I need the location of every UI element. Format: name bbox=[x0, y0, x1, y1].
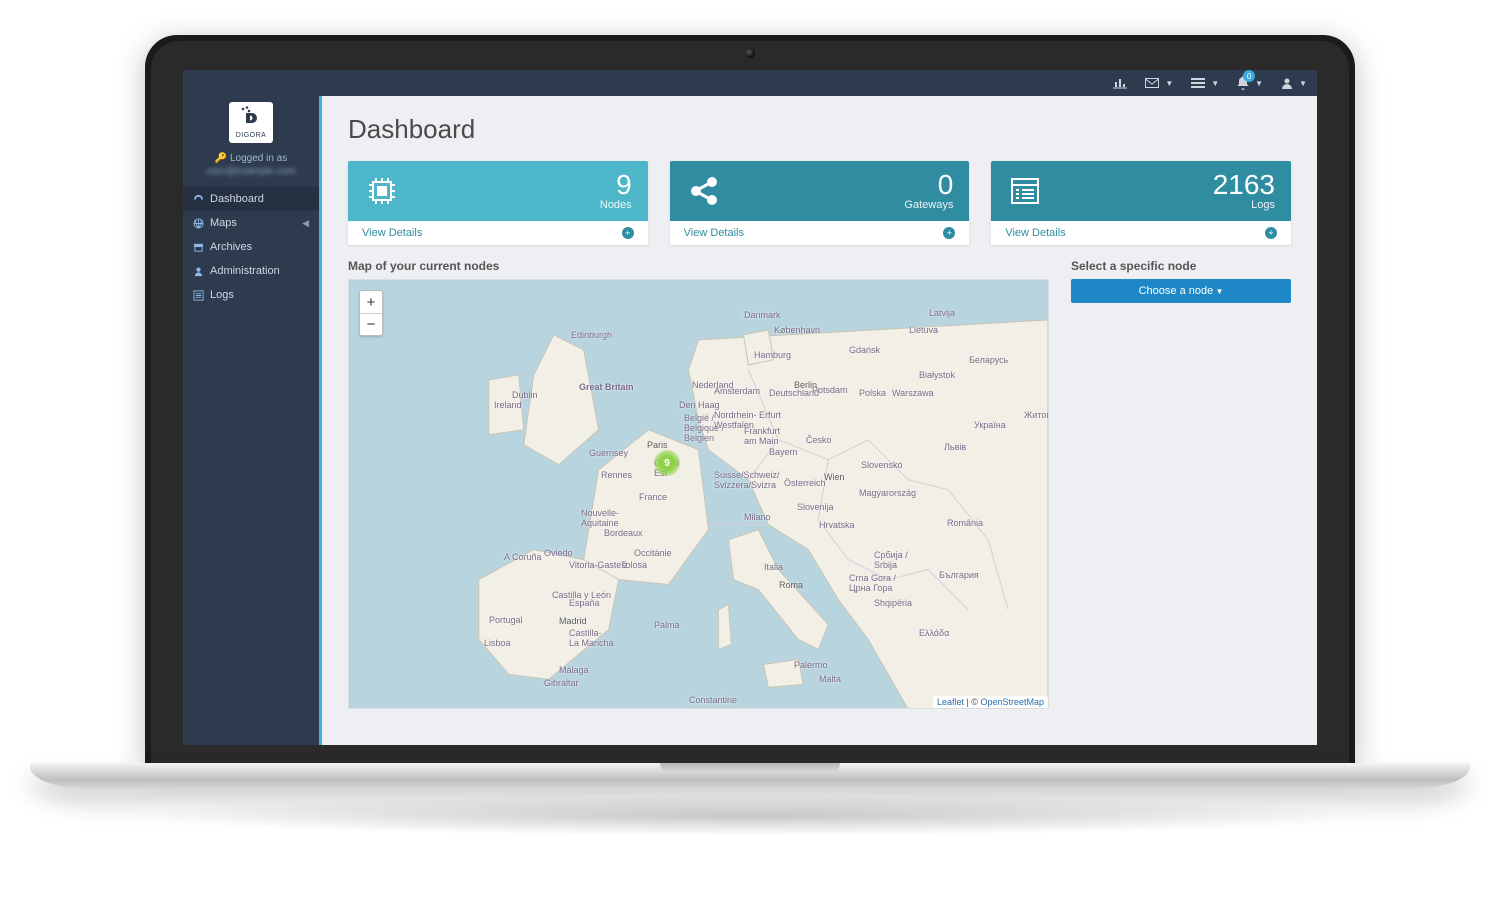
map-title: Map of your current nodes bbox=[348, 259, 1049, 273]
notifications-menu[interactable]: 0 ▼ bbox=[1237, 76, 1263, 90]
nav-label: Logs bbox=[210, 289, 234, 301]
map-zoom-control: + − bbox=[359, 290, 383, 336]
plus-icon[interactable]: + bbox=[943, 227, 955, 239]
attribution-src[interactable]: OpenStreetMap bbox=[980, 697, 1044, 707]
attribution-lib[interactable]: Leaflet bbox=[937, 697, 964, 707]
topbar: ▼ ▼ 0 ▼ ▼ bbox=[183, 70, 1317, 96]
map-cluster-marker[interactable]: 9 bbox=[654, 450, 680, 476]
zoom-in-button[interactable]: + bbox=[360, 291, 382, 313]
caret-down-icon: ▼ bbox=[1299, 79, 1307, 88]
card-logs-details-link[interactable]: View Details bbox=[1005, 227, 1065, 239]
card-logs: 2163 Logs View Details + bbox=[991, 161, 1291, 245]
logged-in-email: user@example.com bbox=[189, 166, 313, 177]
card-nodes: 9 Nodes View Details + bbox=[348, 161, 648, 245]
map-canvas bbox=[349, 280, 1048, 709]
log-icon bbox=[1007, 173, 1043, 209]
nav-label: Dashboard bbox=[210, 193, 264, 205]
plus-icon[interactable]: + bbox=[1265, 227, 1277, 239]
choose-node-button[interactable]: Choose a node bbox=[1071, 279, 1291, 303]
brand-logo: DIGORA bbox=[183, 96, 319, 151]
logged-in-block: 🔑 Logged in as user@example.com bbox=[183, 151, 319, 179]
nav: Dashboard Maps ◀ Archives bbox=[183, 187, 319, 307]
mail-menu[interactable]: ▼ bbox=[1145, 78, 1173, 88]
nav-label: Administration bbox=[210, 265, 280, 277]
map[interactable]: Great Britain Ireland Dublin Edinburgh F… bbox=[348, 279, 1049, 709]
globe-icon bbox=[193, 218, 204, 229]
nav-logs[interactable]: Logs bbox=[183, 283, 319, 307]
zoom-out-button[interactable]: − bbox=[360, 313, 382, 335]
archive-icon bbox=[193, 242, 204, 253]
nav-label: Maps bbox=[210, 217, 237, 229]
chevron-left-icon: ◀ bbox=[302, 218, 309, 229]
card-nodes-details-link[interactable]: View Details bbox=[362, 227, 422, 239]
notifications-badge: 0 bbox=[1243, 70, 1255, 82]
plus-icon[interactable]: + bbox=[622, 227, 634, 239]
nav-maps[interactable]: Maps ◀ bbox=[183, 211, 319, 235]
card-logs-label: Logs bbox=[1213, 199, 1275, 211]
card-gateways-value: 0 bbox=[904, 171, 953, 199]
caret-down-icon: ▼ bbox=[1211, 79, 1219, 88]
gauge-icon bbox=[193, 194, 204, 205]
caret-down-icon: ▼ bbox=[1165, 79, 1173, 88]
content: Dashboard 9 Nodes bbox=[322, 96, 1317, 745]
brand-name: DIGORA bbox=[236, 132, 267, 139]
nav-dashboard[interactable]: Dashboard bbox=[183, 187, 319, 211]
marker-count: 9 bbox=[664, 458, 670, 469]
nav-administration[interactable]: Administration bbox=[183, 259, 319, 283]
map-attribution: Leaflet | © OpenStreetMap bbox=[933, 696, 1048, 708]
caret-down-icon: ▼ bbox=[1255, 79, 1263, 88]
list-icon bbox=[193, 290, 204, 301]
card-gateways-details-link[interactable]: View Details bbox=[684, 227, 744, 239]
logged-in-label: Logged in as bbox=[230, 153, 287, 164]
card-gateways-label: Gateways bbox=[904, 199, 953, 211]
card-nodes-value: 9 bbox=[600, 171, 632, 199]
page-title: Dashboard bbox=[348, 114, 1291, 145]
nav-archives[interactable]: Archives bbox=[183, 235, 319, 259]
card-nodes-label: Nodes bbox=[600, 199, 632, 211]
share-icon bbox=[686, 173, 722, 209]
chip-icon bbox=[364, 173, 400, 209]
nav-label: Archives bbox=[210, 241, 252, 253]
user-menu[interactable]: ▼ bbox=[1281, 77, 1307, 89]
select-node-title: Select a specific node bbox=[1071, 259, 1291, 273]
user-icon bbox=[193, 266, 204, 277]
list-menu[interactable]: ▼ bbox=[1191, 78, 1219, 88]
card-logs-value: 2163 bbox=[1213, 171, 1275, 199]
sidebar: DIGORA 🔑 Logged in as user@example.com D… bbox=[183, 96, 319, 745]
stats-icon[interactable] bbox=[1113, 77, 1127, 89]
card-gateways: 0 Gateways View Details + bbox=[670, 161, 970, 245]
